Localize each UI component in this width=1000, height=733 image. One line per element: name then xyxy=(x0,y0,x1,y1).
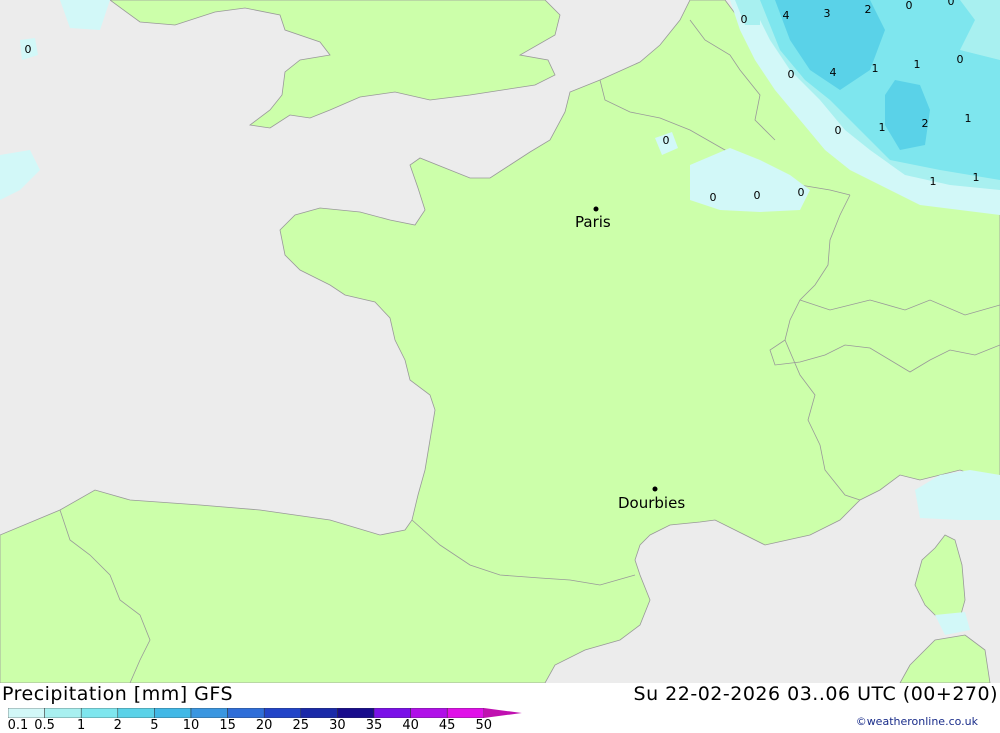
legend-swatch xyxy=(410,708,448,718)
legend-swatch xyxy=(300,708,338,718)
precip-label: 1 xyxy=(965,112,972,125)
precip-label: 0 xyxy=(788,68,795,81)
precip-label: 0 xyxy=(957,53,964,66)
precipitation-map: Paris Dourbies 0 4 3 2 0 0 0 4 1 1 0 0 1… xyxy=(0,0,1000,683)
city-marker-paris xyxy=(593,206,599,212)
precip-label: 2 xyxy=(865,3,872,16)
precip-label: 0 xyxy=(798,186,805,199)
legend-tick-label: 35 xyxy=(365,718,383,733)
city-marker-dourbies xyxy=(652,486,658,492)
legend-tick-label: 25 xyxy=(292,718,310,733)
city-label-paris: Paris xyxy=(575,213,611,231)
precip-label: 1 xyxy=(879,121,886,134)
legend-tick-label: 45 xyxy=(438,718,456,733)
legend-swatch xyxy=(8,708,45,718)
legend-tick-label: 40 xyxy=(402,718,419,733)
legend-swatch xyxy=(227,708,265,718)
color-scale-legend xyxy=(8,708,522,718)
map-title: Precipitation [mm] GFS xyxy=(2,683,234,705)
precip-label: 2 xyxy=(922,117,929,130)
valid-time: Su 22-02-2026 03..06 UTC (00+270) xyxy=(633,683,998,705)
precip-label: 1 xyxy=(872,62,879,75)
precip-label: 1 xyxy=(973,171,980,184)
precip-label: 0 xyxy=(906,0,913,12)
legend-tick-label: 5 xyxy=(150,718,159,733)
legend-swatch-arrow xyxy=(483,708,522,718)
legend-tick-label: 15 xyxy=(219,718,236,733)
precip-label: 0 xyxy=(25,43,32,56)
precip-label: 0 xyxy=(741,13,748,26)
credit-link[interactable]: ©weatheronline.co.uk xyxy=(856,715,978,728)
legend-swatch xyxy=(446,708,485,718)
legend-swatch xyxy=(263,708,302,718)
legend-swatch xyxy=(190,708,228,718)
precip-label: 0 xyxy=(754,189,761,202)
legend-tick-label: 50 xyxy=(475,718,493,733)
legend-tick-label: 20 xyxy=(255,718,273,733)
legend-tick-label: 1 xyxy=(77,718,86,733)
precip-label: 0 xyxy=(948,0,955,8)
legend-swatch xyxy=(80,708,119,718)
legend-tick-label: 30 xyxy=(329,718,346,733)
precip-label: 4 xyxy=(783,9,790,22)
legend-swatch xyxy=(373,708,411,718)
map-footer: Precipitation [mm] GFS Su 22-02-2026 03.… xyxy=(0,683,1000,733)
precip-label: 3 xyxy=(824,7,831,20)
city-label-dourbies: Dourbies xyxy=(618,494,685,512)
legend-tick-label: 0.5 xyxy=(34,718,55,733)
precip-label: 0 xyxy=(710,191,717,204)
legend-tick-label: 0.1 xyxy=(7,718,29,733)
precip-label: 0 xyxy=(835,124,842,137)
legend-tick-label: 10 xyxy=(182,718,200,733)
precip-label: 4 xyxy=(830,66,837,79)
legend-tick-label: 2 xyxy=(113,718,122,733)
precip-label: 0 xyxy=(663,134,670,147)
legend-swatch xyxy=(44,708,82,718)
legend-swatch xyxy=(117,708,155,718)
legend-swatch xyxy=(154,708,192,718)
precip-label: 1 xyxy=(914,58,921,71)
legend-swatch xyxy=(337,708,375,718)
precip-label: 1 xyxy=(930,175,937,188)
